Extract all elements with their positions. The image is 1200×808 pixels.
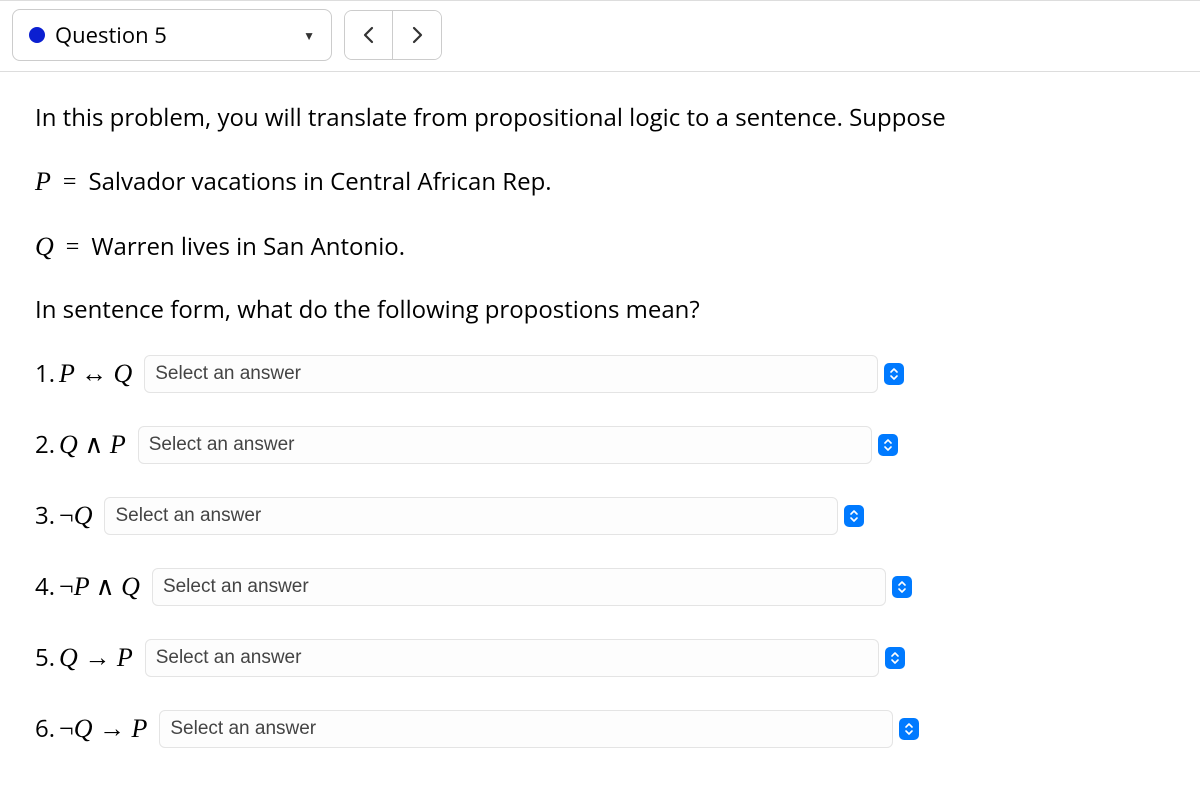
- question-content: In this problem, you will translate from…: [0, 72, 1200, 808]
- answer-select-wrapper: Select an answer: [145, 639, 905, 677]
- subquestion-5: 5. Q → P Select an answer: [35, 638, 1165, 677]
- equals-sign: =: [63, 164, 77, 200]
- answer-select-1[interactable]: Select an answer: [144, 355, 878, 393]
- answer-select-wrapper: Select an answer: [159, 710, 919, 748]
- prev-question-button[interactable]: [345, 11, 393, 59]
- definition-q: Q = Warren lives in San Antonio.: [35, 227, 1165, 266]
- answer-select-5[interactable]: Select an answer: [145, 639, 879, 677]
- select-stepper-icon[interactable]: [878, 434, 898, 456]
- answer-select-4[interactable]: Select an answer: [152, 568, 886, 606]
- answer-select-2[interactable]: Select an answer: [138, 426, 872, 464]
- subquestion-1: 1. P ↔ Q Select an answer: [35, 354, 1165, 393]
- caret-down-icon: ▼: [303, 27, 315, 44]
- subquestion-number: 5.: [35, 640, 55, 676]
- subquestion-3: 3. ¬Q Select an answer: [35, 496, 1165, 535]
- select-stepper-icon[interactable]: [899, 718, 919, 740]
- question-label: Question 5: [55, 20, 293, 50]
- answer-select-6[interactable]: Select an answer: [159, 710, 893, 748]
- chevron-right-icon: [412, 26, 423, 44]
- answer-select-3[interactable]: Select an answer: [104, 497, 838, 535]
- subquestion-number: 6.: [35, 711, 55, 747]
- definition-p-text: Salvador vacations in Central African Re…: [88, 164, 551, 200]
- next-question-button[interactable]: [393, 11, 441, 59]
- select-stepper-icon[interactable]: [885, 647, 905, 669]
- answer-select-wrapper: Select an answer: [152, 568, 912, 606]
- answer-select-wrapper: Select an answer: [138, 426, 898, 464]
- subquestion-number: 3.: [35, 498, 55, 534]
- intro-text: In this problem, you will translate from…: [35, 100, 1165, 136]
- subquestion-expression: P ↔ Q: [59, 354, 132, 393]
- var-q: Q: [35, 227, 54, 266]
- instruction-text: In sentence form, what do the following …: [35, 292, 1165, 328]
- status-dot-icon: [29, 27, 45, 43]
- answer-select-wrapper: Select an answer: [104, 497, 864, 535]
- chevron-left-icon: [363, 26, 374, 44]
- answer-select-wrapper: Select an answer: [144, 355, 904, 393]
- var-p: P: [35, 162, 51, 201]
- definition-p: P = Salvador vacations in Central Africa…: [35, 162, 1165, 201]
- select-stepper-icon[interactable]: [892, 576, 912, 598]
- nav-button-group: [344, 10, 442, 60]
- subquestion-expression: ¬Q: [59, 496, 92, 535]
- select-stepper-icon[interactable]: [884, 363, 904, 385]
- subquestion-number: 2.: [35, 427, 55, 463]
- subquestion-expression: Q → P: [59, 638, 133, 677]
- question-selector-dropdown[interactable]: Question 5 ▼: [12, 9, 332, 61]
- subquestion-number: 1.: [35, 356, 55, 392]
- subquestion-number: 4.: [35, 569, 55, 605]
- subquestion-4: 4. ¬P ∧ Q Select an answer: [35, 567, 1165, 606]
- subquestion-expression: Q ∧ P: [59, 425, 126, 464]
- subquestion-2: 2. Q ∧ P Select an answer: [35, 425, 1165, 464]
- question-header: Question 5 ▼: [0, 9, 1200, 72]
- subquestion-6: 6. ¬Q → P Select an answer: [35, 709, 1165, 748]
- subquestion-expression: ¬Q → P: [59, 709, 147, 748]
- select-stepper-icon[interactable]: [844, 505, 864, 527]
- equals-sign: =: [66, 229, 80, 265]
- subquestion-expression: ¬P ∧ Q: [59, 567, 140, 606]
- definition-q-text: Warren lives in San Antonio.: [91, 229, 405, 265]
